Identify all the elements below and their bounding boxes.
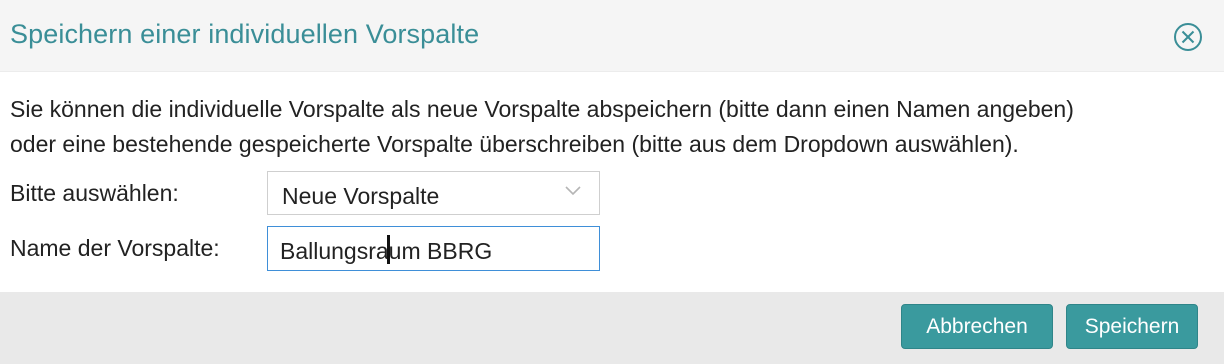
close-button[interactable] (1172, 21, 1204, 53)
dialog-description: Sie können die individuelle Vorspalte al… (10, 92, 1215, 162)
description-line: Sie können die individuelle Vorspalte al… (10, 96, 1074, 122)
text-caret (387, 235, 390, 264)
description-line: oder eine bestehende gespeicherte Vorspa… (10, 131, 1019, 157)
input-value-before-caret: Ballungsr (280, 238, 376, 264)
dialog-footer: Abbrechen Speichern (0, 292, 1224, 364)
select-value: Neue Vorspalte (282, 183, 440, 209)
dialog-body: Sie können die individuelle Vorspalte al… (0, 72, 1224, 292)
cancel-button[interactable]: Abbrechen (901, 304, 1053, 349)
chevron-down-icon (565, 186, 581, 196)
select-label: Bitte auswählen: (10, 180, 179, 206)
dialog-title: Speichern einer individuellen Vorspalte (10, 19, 480, 49)
name-label: Name der Vorspalte: (10, 235, 220, 261)
dialog-header: Speichern einer individuellen Vorspalte (0, 0, 1224, 72)
close-circle-icon (1174, 23, 1202, 51)
input-value-after-caret: aum BBRG (375, 238, 493, 264)
column-select[interactable]: Neue Vorspalte (267, 171, 600, 215)
save-column-dialog: Speichern einer individuellen Vorspalte … (0, 0, 1224, 364)
save-button[interactable]: Speichern (1066, 304, 1198, 349)
column-name-input[interactable]: Ballungsraum BBRG (267, 226, 600, 271)
